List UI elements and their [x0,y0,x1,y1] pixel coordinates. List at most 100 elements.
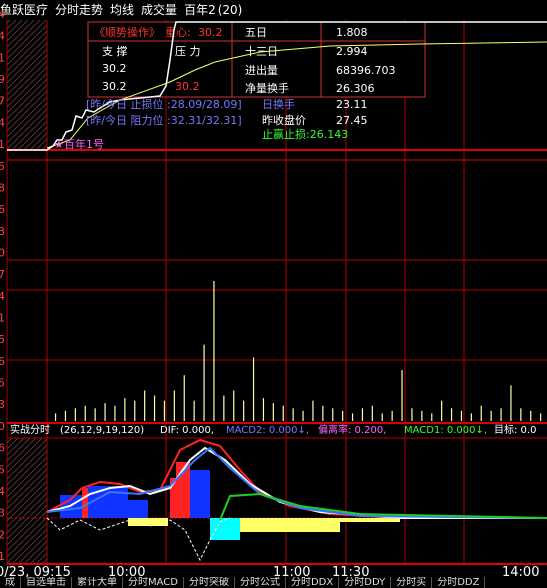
prev-close-label: 昨收盘价 [262,113,306,127]
turnover-label: 日换手 [262,97,295,111]
y-axis-label: 4 [0,485,5,498]
turnover-value: 23.11 [336,98,368,111]
volume-bar [84,405,86,421]
marker-label: 百年1号 [64,137,104,151]
volume-bar [104,403,106,421]
volume-bar [272,403,274,421]
y-axis-label: 5 [0,463,5,476]
y-axis-label: 1 [0,550,5,563]
volume-bar [302,410,304,421]
y-axis-label: 7 [0,95,5,108]
bottom-tab[interactable]: 分时DDZ [432,577,486,588]
y-axis-label: 5 [0,377,5,390]
indicator-target: 目标: 0.0 [494,424,536,436]
volume-bar [480,405,482,421]
bottom-tab[interactable]: 成 [0,577,21,588]
indicator-bar: 实战分时 (26,12,9,19,120) DIF: 0.000, MACD2:… [10,423,536,436]
y-axis-label: 3 [0,398,5,411]
indicator-macd1: MACD1: 0.000↓, [404,425,487,436]
volume-bar [74,408,76,421]
bottom-tab[interactable]: 分时MACD [123,577,184,588]
volume-bar [401,370,403,421]
panel-center-label: 重心: [165,25,191,39]
panel-row-value: 1.808 [336,26,368,39]
volume-bar [153,395,156,421]
volume-bar [54,413,57,421]
bottom-tab[interactable]: 分时突破 [184,577,235,588]
indicator-params: (26,12,9,19,120) [60,425,144,436]
y-axis-label: 8 [0,181,5,194]
volume-bar [361,408,364,421]
volume-bar [421,410,423,421]
panel-row-label: 净量换手 [245,81,289,95]
volume-bar [193,400,195,421]
volume-bar [223,395,225,421]
bottom-tab[interactable]: 分时公式 [235,577,286,588]
volume-bar [441,400,443,421]
resistance-text: [昨/今日 阻力位 :32.31/32.31] [86,113,242,127]
panel-row-support: 30.2 [102,80,127,93]
volume-bar [64,410,67,421]
y-axis-label: 9 [0,73,5,86]
indicator-name: 实战分时 [10,423,50,436]
volume-bar [262,398,265,421]
bottom-tab-bar: 成自选单击 累计大单 分时MACD 分时突破 分时公式 分时DDX 分时DDY 分时买 分时DD… [0,577,547,588]
volume-bar [431,413,433,421]
bottom-tab[interactable]: 自选单击 [21,577,72,588]
hatch-area-lower [7,438,47,564]
volume-bar [94,408,96,421]
bottom-tab[interactable]: 分时买 [391,577,433,588]
volume-bar [292,408,294,421]
volume-bar [510,385,512,421]
y-axis-labels: 4 4 1 9 7 4 1 5 8 6 3 0 7 4 1 5 6 5 3 0 6 5 4 3 2 1 [0,8,5,563]
volume-bar [213,281,215,421]
bottom-tab[interactable]: 分时DDY [339,577,392,588]
volume-bar [312,400,314,421]
volume-bar [490,410,492,421]
bottom-tab[interactable]: 累计大单 [72,577,123,588]
volume-bar [183,375,185,421]
prev-close-value: 27.45 [336,114,368,127]
y-axis-label: 4 [0,8,5,21]
volume-bars [54,281,542,421]
volume-bar [134,400,136,421]
chart-canvas[interactable]: 4 4 1 9 7 4 1 5 8 6 3 0 7 4 1 5 6 5 3 0 6 5 4 3 2 1 《顺势操作》 重心: 30… [0,0,547,588]
panel-row-pressure: 30.2 [175,80,200,93]
volume-bar [322,405,324,421]
panel-row-value: 68396.703 [336,64,396,77]
panel-row-value: 26.306 [336,82,375,95]
y-axis-label: 1 [0,138,5,151]
volume-bar [530,410,532,421]
y-axis-label: 6 [0,355,5,368]
indicator-dif: DIF: 0.000, [160,425,214,436]
volume-bar [391,410,393,421]
y-axis-label: 1 [0,51,5,64]
panel-row-label: 进出量 [245,63,278,77]
volume-bar [342,410,344,421]
y-axis-label: 1 [0,312,5,325]
take-profit-text: 止赢止损:26.143 [262,127,348,141]
volume-bar [460,410,463,421]
volume-bar [114,405,116,421]
volume-bar [371,405,373,421]
stop-loss-text: [昨/今日 止损位 :28.09/28.09] [86,97,242,111]
bottom-tab[interactable]: 分时DDX [286,577,340,588]
panel-col-support: 支 撑 [102,44,128,58]
volume-bar [144,390,146,421]
volume-bar [411,408,413,421]
y-axis-label: 4 [0,116,5,129]
y-axis-label: 3 [0,225,5,238]
volume-bar [173,390,175,421]
hatch-area [7,20,47,150]
volume-bar [351,413,354,421]
panel-title: 《顺势操作》 [94,25,160,39]
indicator-macd2: MACD2: 0.000↓, [226,425,309,436]
panel-row-support: 30.2 [102,62,127,75]
y-axis-label: 3 [0,507,5,520]
y-axis-label: 0 [0,246,5,259]
volume-bar [520,408,522,421]
info-panel: 《顺势操作》 重心: 30.2 支 撑 压 力 五日 1.808 30.2 十三… [87,21,426,98]
y-axis-label: 0 [0,420,5,433]
volume-bar [470,413,472,421]
volume-bar [381,413,383,421]
